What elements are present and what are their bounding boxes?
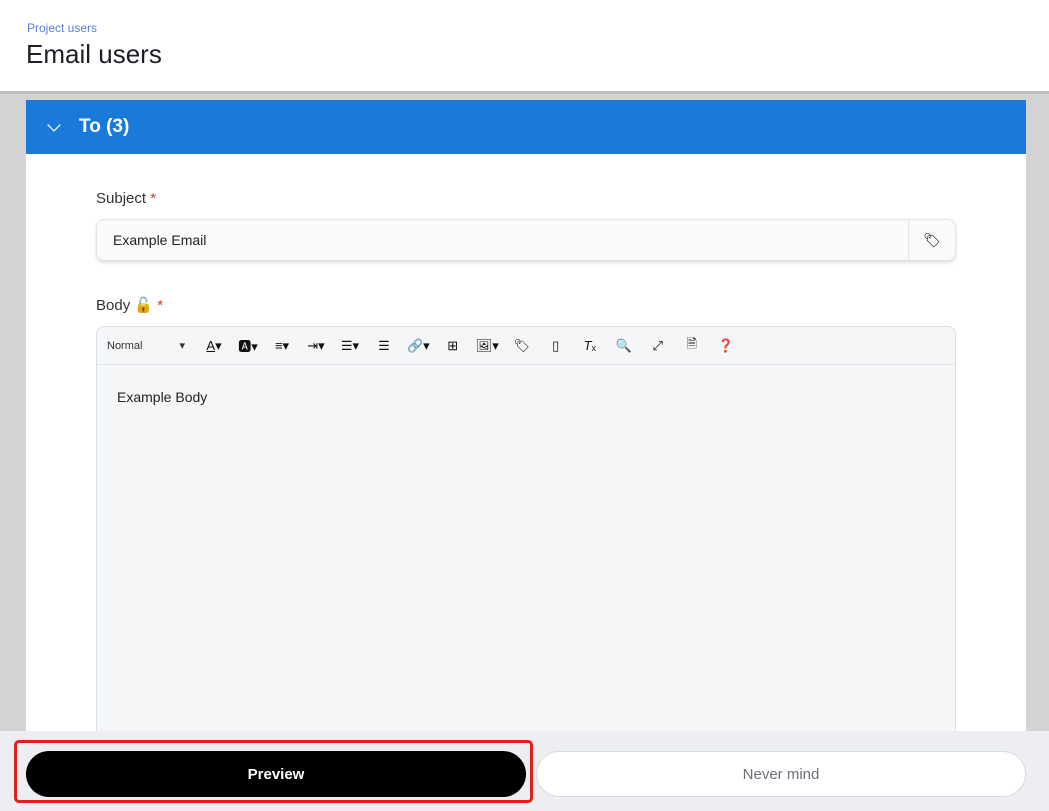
to-section-toggle[interactable]: To (3) (26, 100, 1026, 154)
indent-icon[interactable]: ⇥▾ (305, 336, 327, 356)
body-label: Body 🔓 * (96, 297, 164, 314)
chevron-down-icon (47, 118, 61, 132)
search-icon[interactable]: 🔍 (613, 336, 635, 356)
clear-format-icon[interactable]: Tₓ (579, 336, 601, 356)
list-icon[interactable]: ☰▾ (339, 336, 361, 356)
format-select[interactable]: Normal ▾ (107, 336, 185, 356)
font-color-icon[interactable]: A ▾ (203, 336, 225, 356)
field-icon[interactable]: ▯ (545, 336, 567, 356)
breadcrumb[interactable]: Project users (27, 21, 97, 35)
help-icon[interactable]: ❓ (715, 336, 737, 356)
tag-icon[interactable]: 🏷 (908, 220, 955, 260)
table-icon[interactable]: ⊞ (442, 336, 464, 356)
align-icon[interactable]: ≡▾ (271, 336, 293, 356)
subject-label: Subject * (96, 190, 157, 207)
body-content[interactable]: Example Body (97, 365, 955, 429)
body-editor[interactable]: Normal ▾ A ▾ 🅰▾ ≡▾ ⇥▾ ☰▾ ☰ 🔗▾ ⊞ 🖼▾ 🏷 ▯ Tₓ … (96, 326, 956, 766)
image-icon[interactable]: 🖼▾ (476, 336, 499, 356)
background-color-icon[interactable]: 🅰▾ (237, 336, 259, 356)
fullscreen-icon[interactable]: ⤢ (647, 336, 669, 356)
subject-input[interactable]: Example Email (97, 232, 908, 248)
to-section-label: To (3) (79, 116, 130, 137)
editor-toolbar: Normal ▾ A ▾ 🅰▾ ≡▾ ⇥▾ ☰▾ ☰ 🔗▾ ⊞ 🖼▾ 🏷 ▯ Tₓ … (97, 327, 955, 365)
subject-field[interactable]: Example Email 🏷 (96, 219, 956, 261)
source-icon[interactable]: 🗎 (681, 336, 703, 356)
tag-icon[interactable]: 🏷 (511, 336, 533, 356)
email-form-card: To (3) Subject * Example Email 🏷 Body 🔓 … (26, 100, 1026, 766)
page-header: Project users Email users (0, 0, 1049, 94)
link-icon[interactable]: 🔗▾ (407, 336, 430, 356)
preview-button[interactable]: Preview (26, 751, 526, 797)
horizontal-rule-icon[interactable]: ☰ (373, 336, 395, 356)
unlock-icon[interactable]: 🔓 (134, 297, 153, 314)
footer-actions: Preview Never mind (0, 731, 1049, 811)
never-mind-button[interactable]: Never mind (536, 751, 1026, 797)
page-title: Email users (26, 39, 162, 69)
